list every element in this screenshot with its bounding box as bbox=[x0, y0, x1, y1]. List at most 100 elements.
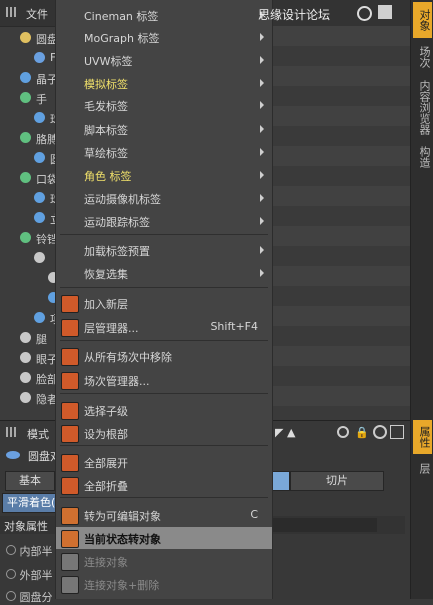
menu-item-label: 连接对象+删除 bbox=[84, 579, 160, 592]
option-row[interactable]: 圆盘分 bbox=[6, 589, 53, 605]
tree-item[interactable]: F bbox=[0, 48, 55, 68]
menu-item[interactable]: 加入新层 bbox=[56, 292, 272, 314]
tree-item-label: 隐者 bbox=[36, 393, 55, 406]
menu-item-label: 当前状态转对象 bbox=[84, 533, 161, 546]
tree-item[interactable]: 球 bbox=[0, 108, 55, 128]
menu-item[interactable]: 全部展开 bbox=[56, 451, 272, 473]
home-icon[interactable] bbox=[357, 6, 372, 21]
menu-item[interactable]: 运动摄像机标签 bbox=[56, 187, 272, 209]
menu-item[interactable]: 层管理器... Shift+F4 bbox=[56, 316, 272, 338]
tab-structure[interactable]: 构造 bbox=[413, 142, 432, 172]
menu-item[interactable]: 从所有场次中移除 bbox=[56, 345, 272, 367]
section-title: 对象属性 bbox=[4, 520, 48, 533]
connect-delete-icon bbox=[61, 576, 79, 594]
row-stripe bbox=[270, 186, 410, 206]
file-menu[interactable]: 文件 bbox=[26, 6, 48, 22]
tree-item[interactable]: 项圈 bbox=[0, 308, 55, 328]
menu-item[interactable]: 毛发标签 bbox=[56, 94, 272, 116]
layer-manager-icon bbox=[61, 319, 79, 337]
tab-cut[interactable]: 切片 bbox=[290, 471, 384, 491]
menu-item-shortcut: C bbox=[250, 508, 258, 521]
menu-item[interactable]: 恢复选集 bbox=[56, 262, 272, 284]
menu-item[interactable]: 草绘标签 bbox=[56, 141, 272, 163]
menu-item-label: 层管理器... bbox=[84, 322, 139, 335]
tab-smooth[interactable]: 平滑着色( bbox=[2, 493, 60, 513]
search-icon[interactable] bbox=[337, 426, 349, 438]
tab-attributes[interactable]: 属性 bbox=[413, 420, 432, 454]
menu-item[interactable]: Cineman 标签 bbox=[56, 4, 272, 26]
menu-item[interactable]: 运动跟踪标签 bbox=[56, 210, 272, 232]
menu-item[interactable]: 场次管理器... bbox=[56, 369, 272, 391]
submenu-arrow-icon bbox=[260, 246, 264, 254]
arrow-icon[interactable]: ◤ ▲ bbox=[275, 426, 295, 439]
tree-item[interactable]: 圆盘 bbox=[0, 28, 55, 48]
radio-icon bbox=[6, 569, 16, 579]
tab-basic[interactable]: 基本 bbox=[5, 471, 55, 491]
menu-item-shortcut: Shift+F4 bbox=[210, 320, 258, 333]
menu-item[interactable]: UVW标签 bbox=[56, 49, 272, 71]
tree-item[interactable]: 隐者 bbox=[0, 388, 55, 408]
lock-icon[interactable]: 🔒 bbox=[355, 426, 369, 439]
tree-item[interactable] bbox=[0, 288, 55, 308]
menu-item-label: 全部折叠 bbox=[84, 480, 128, 493]
current-state-icon bbox=[61, 530, 79, 548]
tree-item[interactable]: 眼子 bbox=[0, 348, 55, 368]
right-tab-bar: 对象 场次 内容浏览器 构造 属性 层 bbox=[410, 0, 433, 599]
menu-item[interactable]: 加载标签预置 bbox=[56, 239, 272, 261]
tree-item[interactable]: 圆 bbox=[0, 148, 55, 168]
submenu-arrow-icon bbox=[260, 125, 264, 133]
tree-item[interactable]: 铃铛 bbox=[0, 228, 55, 248]
menu-item[interactable]: 模拟标签 bbox=[56, 72, 272, 94]
menu-item-label: 全部展开 bbox=[84, 457, 128, 470]
menu-item-label: Cineman 标签 bbox=[84, 10, 159, 23]
submenu-arrow-icon bbox=[260, 269, 264, 277]
menu-separator bbox=[60, 287, 268, 288]
new-panel-icon[interactable] bbox=[390, 425, 404, 439]
radio-icon bbox=[6, 591, 16, 601]
add-layer-icon bbox=[61, 295, 79, 313]
menu-item[interactable]: MoGraph 标签 bbox=[56, 26, 272, 48]
tree-item[interactable]: 球 bbox=[0, 188, 55, 208]
menu-item-label: 转为可编辑对象 bbox=[84, 510, 161, 523]
expand-all-icon bbox=[61, 454, 79, 472]
menu-item-label: 毛发标签 bbox=[84, 100, 128, 113]
option-row[interactable]: 外部半 bbox=[6, 567, 53, 583]
tree-item[interactable] bbox=[0, 248, 55, 268]
menu-item[interactable]: 设为根部 bbox=[56, 422, 272, 444]
menu-item-label: 恢复选集 bbox=[84, 268, 128, 281]
tree-item[interactable]: 晶子 bbox=[0, 68, 55, 88]
menu-item[interactable]: 脚本标签 bbox=[56, 118, 272, 140]
menu-item-label: 模拟标签 bbox=[84, 78, 128, 91]
menu-item[interactable]: 选择子级 bbox=[56, 399, 272, 421]
option-row[interactable]: 内部半 bbox=[6, 543, 53, 559]
mode-menu[interactable]: 模式 bbox=[27, 426, 49, 442]
tab-object[interactable]: 对象 bbox=[413, 2, 432, 38]
tree-item[interactable]: 手 bbox=[0, 88, 55, 108]
object-icon bbox=[34, 212, 45, 223]
menu-item[interactable]: 全部折叠 bbox=[56, 474, 272, 496]
menu-item[interactable]: 角色 标签 bbox=[56, 164, 272, 186]
menu-item-label: 从所有场次中移除 bbox=[84, 351, 172, 364]
tab-content-browser[interactable]: 内容浏览器 bbox=[413, 76, 432, 138]
row-stripe bbox=[270, 226, 410, 246]
tab-layer[interactable]: 层 bbox=[413, 458, 432, 478]
tab-coordinates[interactable] bbox=[272, 471, 290, 491]
tree-item-label: 胳膊 bbox=[36, 133, 55, 146]
row-stripe bbox=[270, 306, 410, 326]
tab-take[interactable]: 场次 bbox=[413, 42, 432, 72]
menu-item-label: 加载标签预置 bbox=[84, 245, 150, 258]
tree-item[interactable]: 脸部 bbox=[0, 368, 55, 388]
menu-item[interactable]: 转为可编辑对象 C bbox=[56, 504, 272, 526]
object-icon bbox=[34, 52, 45, 63]
target-icon[interactable] bbox=[373, 425, 387, 439]
tree-item[interactable]: 立 bbox=[0, 208, 55, 228]
tree-item-label: 腿 bbox=[36, 333, 47, 346]
layout-icon[interactable] bbox=[378, 5, 392, 19]
menu-item[interactable]: 当前状态转对象 bbox=[56, 527, 272, 549]
tree-item[interactable]: 腿 bbox=[0, 328, 55, 348]
tree-item[interactable]: 口袋 bbox=[0, 168, 55, 188]
tree-item[interactable]: 胳膊 bbox=[0, 128, 55, 148]
menu-item-label: 连接对象 bbox=[84, 556, 128, 569]
tree-item[interactable] bbox=[0, 268, 55, 288]
menu-item-label: 草绘标签 bbox=[84, 147, 128, 160]
